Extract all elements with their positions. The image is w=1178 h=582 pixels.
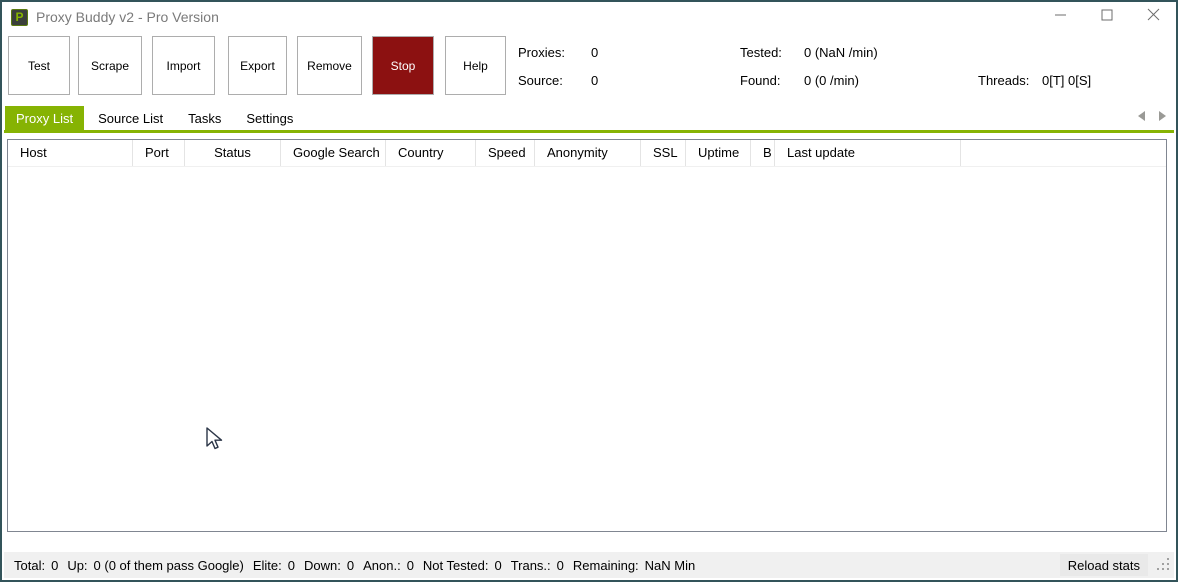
- up-value: 0 (0 of them pass Google): [94, 558, 244, 573]
- remaining-value: NaN Min: [645, 558, 696, 573]
- tab-source-list[interactable]: Source List: [87, 106, 174, 130]
- minimize-button[interactable]: [1038, 2, 1084, 32]
- down-label: Down:: [304, 558, 341, 573]
- app-window: P Proxy Buddy v2 - Pro Version Test Scra…: [0, 0, 1178, 582]
- total-value: 0: [51, 558, 58, 573]
- source-label: Source:: [518, 73, 563, 88]
- reload-stats-button[interactable]: Reload stats: [1060, 554, 1148, 576]
- column-header-host[interactable]: Host: [8, 140, 133, 166]
- status-bar-items: Total: 0 Up: 0 (0 of them pass Google) E…: [4, 558, 704, 573]
- title-bar: P Proxy Buddy v2 - Pro Version: [2, 2, 1176, 32]
- window-controls: [1038, 2, 1176, 32]
- tested-value: 0 (NaN /min): [804, 45, 878, 60]
- anon-label: Anon.:: [363, 558, 401, 573]
- remove-button[interactable]: Remove: [297, 36, 362, 95]
- down-value: 0: [347, 558, 354, 573]
- column-header-b[interactable]: B: [751, 140, 775, 166]
- tab-scroll-right-icon[interactable]: [1159, 111, 1166, 121]
- column-header-last-update[interactable]: Last update: [775, 140, 961, 166]
- app-icon: P: [11, 9, 28, 26]
- trans-label: Trans.:: [511, 558, 551, 573]
- found-label: Found:: [740, 73, 780, 88]
- proxy-list-table: Host Port Status Google Search Country S…: [7, 139, 1167, 532]
- window-title: Proxy Buddy v2 - Pro Version: [36, 9, 219, 25]
- stop-button[interactable]: Stop: [372, 36, 434, 95]
- threads-value: 0[T] 0[S]: [1042, 73, 1091, 88]
- tab-tasks[interactable]: Tasks: [177, 106, 232, 130]
- column-header-ssl[interactable]: SSL: [641, 140, 686, 166]
- up-label: Up:: [67, 558, 87, 573]
- column-header-uptime[interactable]: Uptime: [686, 140, 751, 166]
- mouse-cursor: [206, 427, 228, 458]
- source-value: 0: [591, 73, 598, 88]
- column-header-port[interactable]: Port: [133, 140, 185, 166]
- minimize-icon: [1055, 8, 1067, 26]
- tab-scrollers: [1138, 111, 1166, 121]
- column-header-speed[interactable]: Speed: [476, 140, 535, 166]
- not-tested-value: 0: [494, 558, 501, 573]
- resize-grip-icon[interactable]: [1157, 558, 1170, 574]
- tab-settings[interactable]: Settings: [235, 106, 304, 130]
- found-value: 0 (0 /min): [804, 73, 859, 88]
- tested-label: Tested:: [740, 45, 782, 60]
- export-button[interactable]: Export: [228, 36, 287, 95]
- tab-strip: Proxy List Source List Tasks Settings: [5, 106, 307, 130]
- close-icon: [1147, 8, 1160, 26]
- column-header-status[interactable]: Status: [185, 140, 281, 166]
- elite-label: Elite:: [253, 558, 282, 573]
- anon-value: 0: [407, 558, 414, 573]
- maximize-icon: [1101, 8, 1113, 26]
- trans-value: 0: [557, 558, 564, 573]
- help-button[interactable]: Help: [445, 36, 506, 95]
- tab-underline: [4, 130, 1174, 133]
- column-header-country[interactable]: Country: [386, 140, 476, 166]
- table-header-row: Host Port Status Google Search Country S…: [8, 140, 1166, 167]
- scrape-button[interactable]: Scrape: [78, 36, 142, 95]
- column-header-filler: [961, 140, 1166, 166]
- column-header-google-search[interactable]: Google Search: [281, 140, 386, 166]
- tab-proxy-list[interactable]: Proxy List: [5, 106, 84, 130]
- total-label: Total:: [14, 558, 45, 573]
- status-bar: Total: 0 Up: 0 (0 of them pass Google) E…: [4, 552, 1174, 578]
- elite-value: 0: [288, 558, 295, 573]
- proxies-value: 0: [591, 45, 598, 60]
- test-button[interactable]: Test: [8, 36, 70, 95]
- threads-label: Threads:: [978, 73, 1029, 88]
- proxies-label: Proxies:: [518, 45, 565, 60]
- import-button[interactable]: Import: [152, 36, 215, 95]
- tab-scroll-left-icon[interactable]: [1138, 111, 1145, 121]
- not-tested-label: Not Tested:: [423, 558, 489, 573]
- maximize-button[interactable]: [1084, 2, 1130, 32]
- close-button[interactable]: [1130, 2, 1176, 32]
- column-header-anonymity[interactable]: Anonymity: [535, 140, 641, 166]
- remaining-label: Remaining:: [573, 558, 639, 573]
